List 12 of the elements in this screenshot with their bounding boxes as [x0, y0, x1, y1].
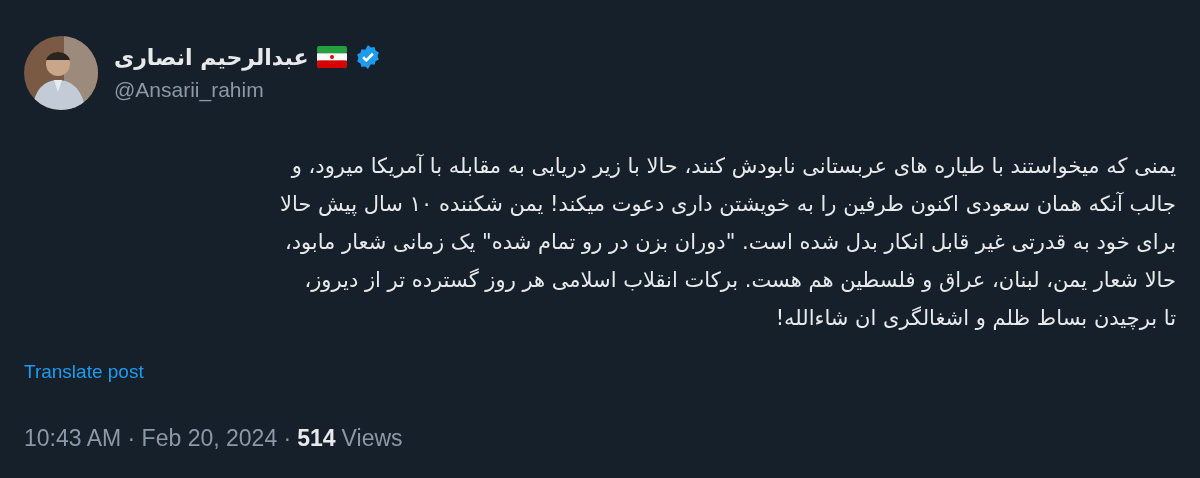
flag-icon [316, 46, 347, 68]
tweet-text-line: برای خود به قدرتی غیر قابل انکار بدل شده است. "دوران بزن در رو تمام شده" یک زمانی شعار مابود، [284, 229, 1176, 256]
views-count: 514 [297, 425, 336, 452]
translate-link[interactable]: Translate post [24, 361, 144, 383]
tweet-text-line: حالا شعار یمن، لبنان، عراق و فلسطین هم هست. برکات انقلاب اسلامی هر روز گسترده تر از دیروز، [304, 267, 1176, 294]
tweet-text-line: یمنی که میخواستند با طیاره های عربستانی نابودش کنند، حالا با زیر دریایی به مقابله با آمریکا میرود، و [291, 153, 1176, 180]
post-timestamp[interactable]: 10:43 AM · Feb 20, 2024 · [24, 425, 292, 452]
tweet-text-line: جالب آنکه همان سعودی اکنون طرفین را به خویشتن داری دعوت میکند! یمن شکننده ۱۰ سال پیش حالا [280, 191, 1176, 218]
tweet-text-line: تا برچیدن بساط ظلم و اشغالگری ان شاءالله! [775, 305, 1176, 332]
author-name[interactable]: عبدالرحیم انصاری [114, 44, 309, 70]
author-handle[interactable]: @Ansarii_rahim [114, 78, 381, 102]
views-label: Views [341, 425, 403, 452]
